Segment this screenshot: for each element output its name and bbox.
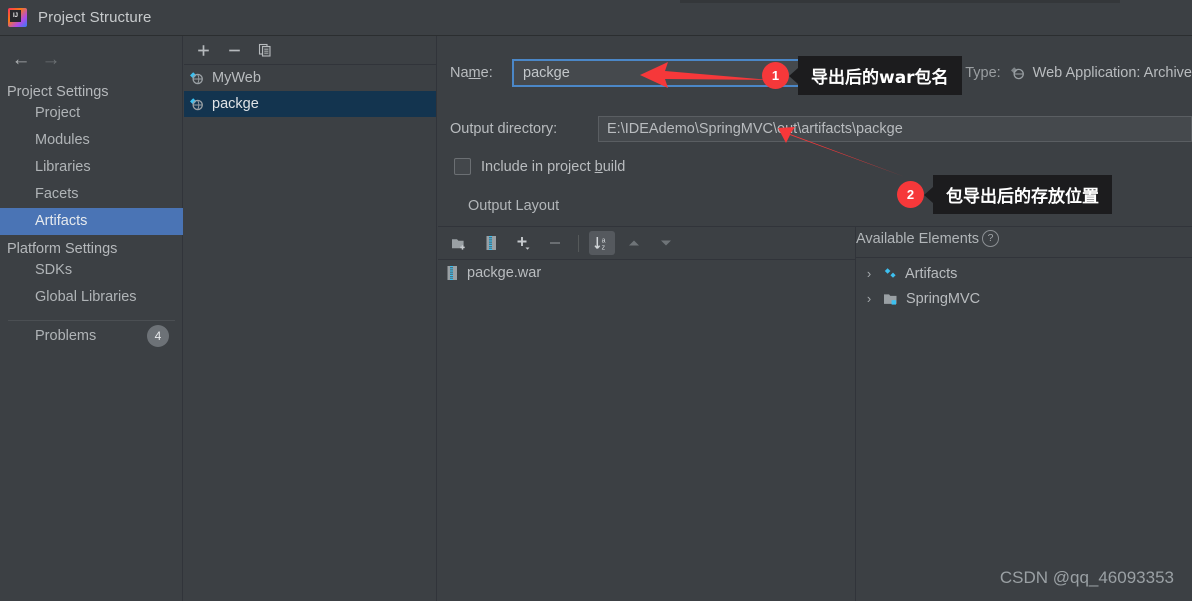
artifacts-toolbar bbox=[184, 36, 436, 65]
add-copy-of-button[interactable] bbox=[510, 231, 536, 255]
problems-count-badge: 4 bbox=[147, 325, 169, 347]
include-in-project-build-checkbox[interactable] bbox=[454, 158, 471, 175]
available-element-label: Artifacts bbox=[905, 265, 958, 282]
navigation-arrows: ← → bbox=[0, 44, 183, 74]
sidebar-item-modules[interactable]: Modules bbox=[0, 127, 183, 154]
forward-arrow-icon[interactable]: → bbox=[36, 47, 66, 71]
annotation-callout-1: 导出后的war包名 bbox=[789, 56, 962, 95]
sidebar-item-problems-label: Problems bbox=[35, 328, 97, 344]
include-in-project-build-label: Include in project build bbox=[481, 158, 626, 175]
svg-text:z: z bbox=[602, 244, 606, 251]
sidebar-item-project[interactable]: Project bbox=[0, 100, 183, 127]
artifact-list-item-label: MyWeb bbox=[212, 70, 261, 86]
create-archive-button[interactable] bbox=[478, 231, 504, 255]
artifacts-list-panel: MyWeb packge bbox=[184, 36, 437, 601]
artifact-icon bbox=[189, 71, 205, 86]
artifact-detail-panel: Name: Type: Web Application: Archive Out… bbox=[438, 36, 1192, 601]
settings-sidebar: ← → Project Settings Project Modules Lib… bbox=[0, 36, 183, 601]
sidebar-item-facets[interactable]: Facets bbox=[0, 181, 183, 208]
sidebar-group-platform-settings: Platform Settings bbox=[7, 241, 118, 257]
type-label: Type: bbox=[965, 65, 1001, 81]
annotation-callout-2: 包导出后的存放位置 bbox=[924, 175, 1112, 214]
output-layout-tab[interactable]: Output Layout bbox=[468, 198, 559, 214]
watermark: CSDN @qq_46093353 bbox=[999, 568, 1174, 587]
output-layout-item[interactable]: packge.war bbox=[446, 260, 541, 286]
artifact-list-item-label: packge bbox=[212, 96, 259, 112]
sidebar-item-problems[interactable]: Problems 4 bbox=[0, 321, 183, 351]
artifact-type-combo[interactable]: Web Application: Archive bbox=[1010, 59, 1192, 87]
project-structure-dialog: Project Structure ← → Project Settings P… bbox=[0, 0, 1192, 601]
output-directory-label: Output directory: bbox=[450, 121, 558, 137]
toolbar-divider bbox=[578, 234, 579, 252]
title-bar: Project Structure bbox=[0, 0, 1192, 36]
available-element-row[interactable]: › SpringMVC bbox=[862, 286, 980, 311]
window-title: Project Structure bbox=[38, 9, 152, 26]
sidebar-item-global-libraries[interactable]: Global Libraries bbox=[0, 284, 183, 311]
artifact-icon bbox=[189, 97, 205, 112]
intellij-idea-logo-icon bbox=[8, 8, 27, 27]
available-elements-title: Available Elements ? bbox=[856, 230, 1000, 247]
available-element-label: SpringMVC bbox=[906, 290, 981, 307]
available-element-row[interactable]: › Artifacts bbox=[862, 261, 958, 286]
include-in-project-build-row[interactable]: Include in project build bbox=[454, 158, 625, 175]
chevron-right-icon[interactable]: › bbox=[862, 291, 876, 306]
sort-by-name-button[interactable]: a z bbox=[589, 231, 615, 255]
output-layout-item-label: packge.war bbox=[467, 265, 542, 281]
annotation-marker-2: 2 bbox=[897, 181, 924, 208]
title-bar-strip bbox=[680, 0, 1120, 3]
available-elements-underline bbox=[856, 257, 1192, 258]
copy-artifact-button[interactable] bbox=[254, 39, 276, 61]
remove-artifact-button[interactable] bbox=[223, 39, 245, 61]
artifact-icon bbox=[1010, 66, 1026, 81]
sidebar-group-project-settings: Project Settings bbox=[7, 84, 109, 100]
module-icon bbox=[883, 292, 899, 306]
available-elements-divider bbox=[855, 227, 856, 601]
available-elements-label: Available Elements bbox=[856, 230, 980, 247]
archive-icon bbox=[446, 265, 459, 281]
svg-text:a: a bbox=[602, 237, 606, 244]
artifact-type-value: Web Application: Archive bbox=[1032, 65, 1192, 81]
move-up-button[interactable] bbox=[621, 231, 647, 255]
artifact-list-item[interactable]: packge bbox=[184, 91, 436, 117]
sidebar-item-sdks[interactable]: SDKs bbox=[0, 257, 183, 284]
add-artifact-button[interactable] bbox=[192, 39, 214, 61]
move-down-button[interactable] bbox=[653, 231, 679, 255]
output-layout-toolbar: a z bbox=[438, 227, 855, 259]
output-directory-input[interactable] bbox=[598, 116, 1192, 142]
sidebar-item-artifacts[interactable]: Artifacts bbox=[0, 208, 183, 235]
question-mark-icon[interactable]: ? bbox=[982, 230, 1000, 247]
annotation-marker-1: 1 bbox=[762, 62, 789, 89]
remove-element-button[interactable] bbox=[542, 231, 568, 255]
name-label: Name: bbox=[450, 65, 493, 81]
back-arrow-icon[interactable]: ← bbox=[6, 47, 36, 71]
sidebar-item-libraries[interactable]: Libraries bbox=[0, 154, 183, 181]
artifact-list-item[interactable]: MyWeb bbox=[184, 65, 436, 91]
artifact-diamond-icon bbox=[883, 267, 898, 281]
create-directory-button[interactable] bbox=[446, 231, 472, 255]
output-directory-row: Output directory: bbox=[450, 115, 1192, 143]
chevron-right-icon[interactable]: › bbox=[862, 266, 876, 281]
